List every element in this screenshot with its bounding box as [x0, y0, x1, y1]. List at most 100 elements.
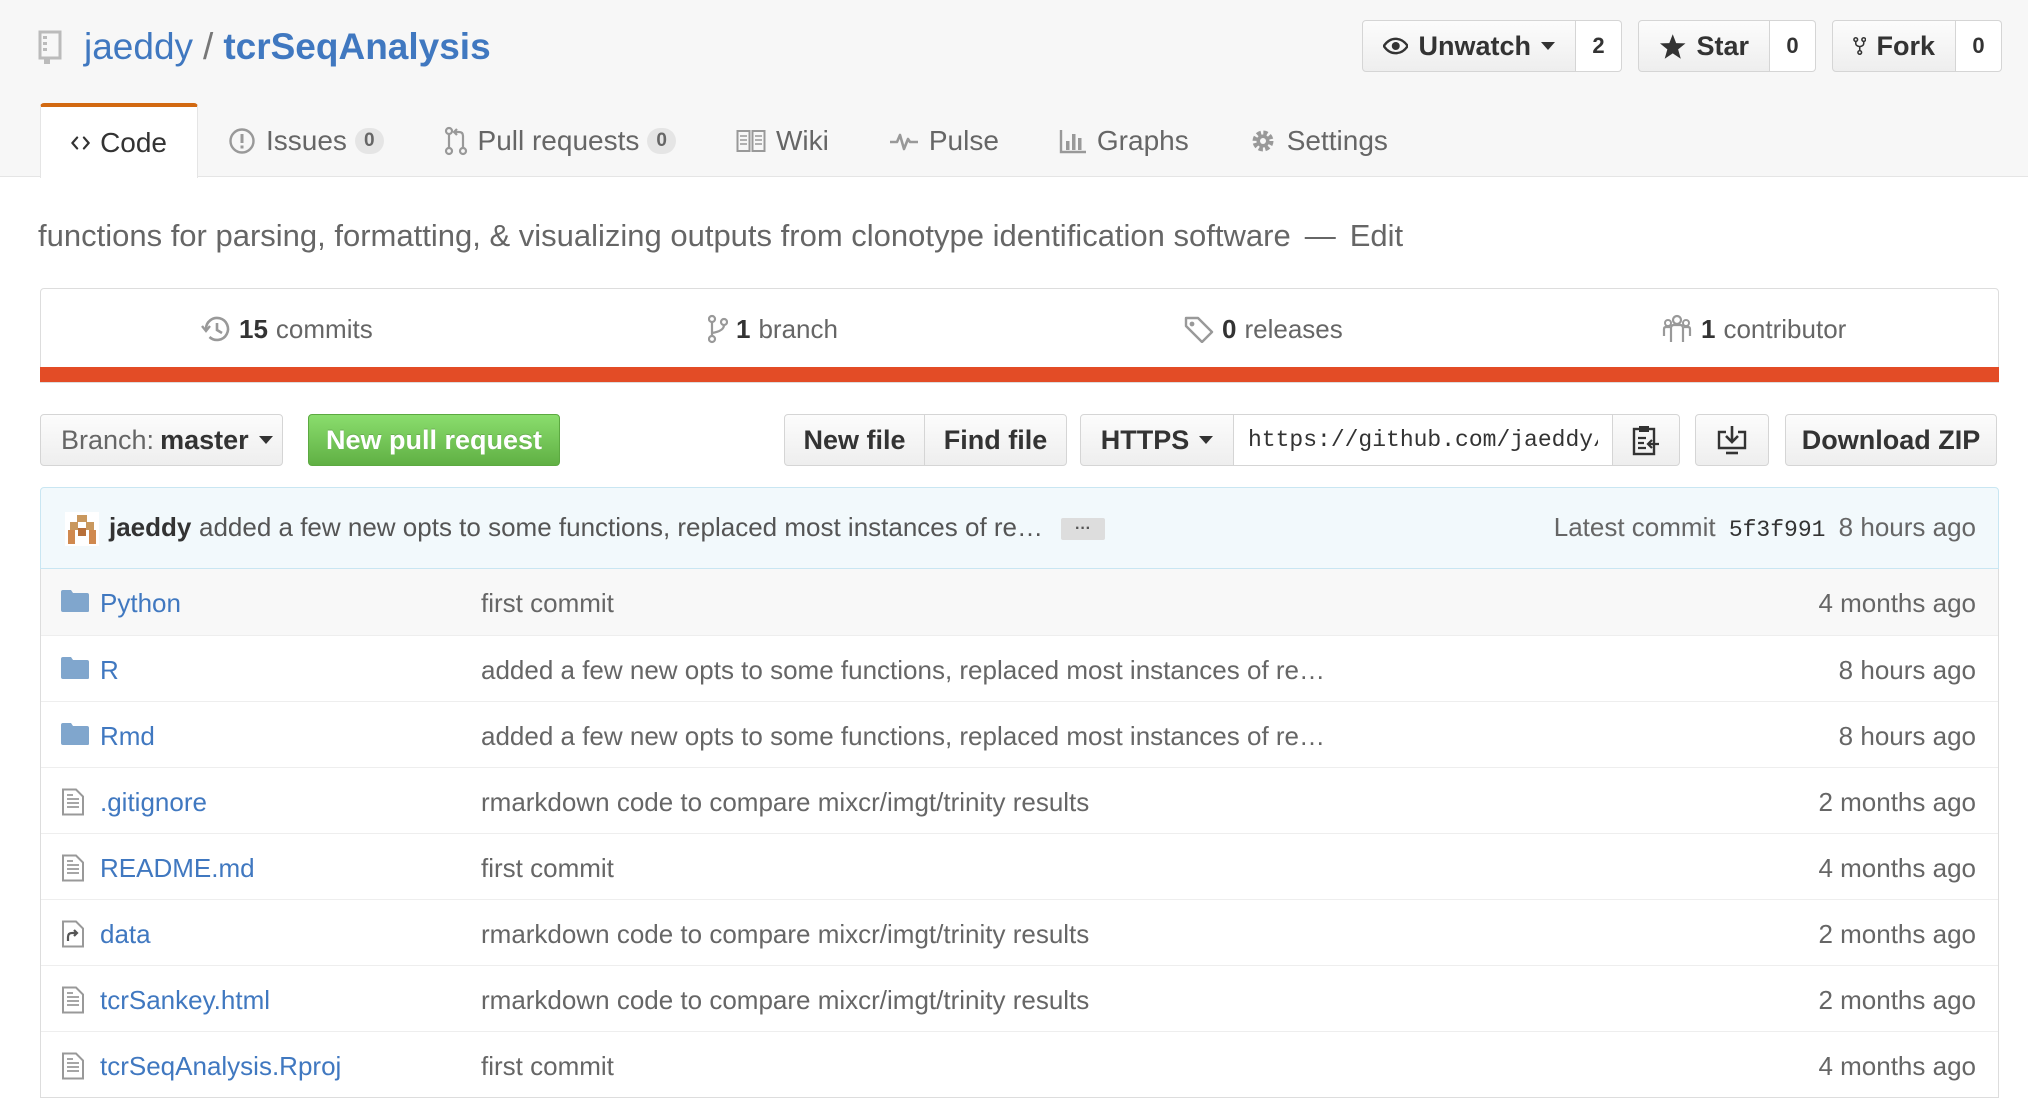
tab-label: Graphs [1096, 124, 1189, 156]
commits-link[interactable]: 15 commits [201, 309, 373, 349]
issue-icon [229, 127, 255, 154]
tab-label: Code [100, 126, 167, 158]
tab-label: Wiki [775, 124, 829, 156]
file-name-link[interactable]: tcrSeqAnalysis.Rproj [100, 1051, 341, 1082]
branch-select-button[interactable]: Branch: master [40, 414, 283, 466]
tab-wiki[interactable]: Wiki [706, 103, 859, 178]
file-name-link[interactable]: R [100, 655, 119, 686]
file-text-icon [61, 986, 89, 1014]
file-age: 2 months ago [1818, 919, 1976, 949]
file-commit-message-link[interactable]: first commit [481, 1051, 614, 1082]
file-age: 2 months ago [1818, 787, 1976, 817]
releases-count: 0 [1222, 313, 1237, 344]
tab-label: Settings [1286, 124, 1388, 156]
pull-request-icon [444, 126, 467, 155]
copy-clone-url-button[interactable] [1612, 414, 1680, 466]
clone-protocol-button[interactable]: HTTPS [1080, 414, 1234, 466]
file-commit-message-link[interactable]: added a few new opts to some functions, … [481, 655, 1325, 686]
file-age: 8 hours ago [1838, 721, 1976, 751]
language-bar[interactable] [40, 367, 1999, 382]
fork-button[interactable]: Fork [1832, 20, 1956, 72]
file-age: 4 months ago [1818, 1051, 1976, 1081]
file-commit-message-link[interactable]: rmarkdown code to compare mixcr/imgt/tri… [481, 919, 1089, 950]
tab-pulse[interactable]: Pulse [859, 103, 1029, 178]
description-dash: — [1304, 218, 1336, 253]
tab-settings[interactable]: Settings [1219, 103, 1418, 178]
expand-commit-message-button[interactable]: ··· [1061, 518, 1105, 540]
code-icon [71, 135, 90, 150]
fork-icon [1853, 36, 1867, 56]
star-label: Star [1696, 30, 1749, 61]
file-age: 4 months ago [1818, 853, 1976, 883]
commit-author-link[interactable]: jaeddy [109, 512, 191, 543]
tab-label: Pull requests [477, 124, 640, 156]
file-name-link[interactable]: README.md [100, 853, 255, 884]
file-name-link[interactable]: tcrSankey.html [100, 985, 270, 1016]
file-text-icon [61, 1052, 89, 1080]
star-group: Star 0 [1638, 20, 1816, 72]
new-pull-request-button[interactable]: New pull request [308, 414, 560, 466]
open-in-desktop-button[interactable] [1695, 414, 1769, 466]
unwatch-label: Unwatch [1418, 30, 1531, 61]
commit-message-link[interactable]: added a few new opts to some functions, … [199, 512, 1043, 543]
file-age: 8 hours ago [1838, 655, 1976, 685]
download-zip-button[interactable]: Download ZIP [1785, 414, 1997, 466]
history-icon [201, 316, 230, 342]
repo-name-link[interactable]: tcrSeqAnalysis [223, 26, 490, 68]
gear-icon [1252, 130, 1274, 151]
repo-summary: 15 commits 1 branch 0 releases 1 contrib… [40, 288, 1999, 383]
folder-icon [61, 722, 89, 748]
file-row: Radded a few new opts to some functions,… [41, 635, 1998, 701]
forks-count[interactable]: 0 [1956, 20, 2002, 72]
releases-link[interactable]: 0 releases [1184, 309, 1343, 349]
commits-label: commits [275, 313, 373, 344]
branches-link[interactable]: 1 branch [708, 309, 838, 349]
chevron-down-icon [1541, 42, 1555, 50]
file-commit-message-link[interactable]: rmarkdown code to compare mixcr/imgt/tri… [481, 985, 1089, 1016]
edit-description-link[interactable]: Edit [1350, 218, 1403, 253]
tab-graphs[interactable]: Graphs [1029, 103, 1219, 178]
contributors-link[interactable]: 1 contributor [1661, 309, 1846, 349]
branch-name: master [160, 424, 249, 455]
clone-protocol-label: HTTPS [1100, 424, 1190, 455]
file-commit-message-link[interactable]: first commit [481, 588, 614, 619]
pull-requests-count-badge: 0 [647, 127, 676, 154]
avatar[interactable] [65, 512, 99, 546]
folder-icon [61, 656, 89, 682]
file-name-link[interactable]: data [100, 919, 151, 950]
stargazers-count[interactable]: 0 [1770, 20, 1816, 72]
file-row: tcrSankey.html rmarkdown code to compare … [41, 965, 1998, 1031]
unwatch-button[interactable]: Unwatch [1362, 20, 1576, 72]
tab-pull-requests[interactable]: Pull requests 0 [414, 103, 706, 178]
branch-prefix: Branch: [61, 424, 155, 455]
branches-label: branch [758, 313, 838, 344]
file-name-link[interactable]: .gitignore [100, 787, 207, 818]
eye-icon [1383, 37, 1409, 55]
file-commit-message-link[interactable]: rmarkdown code to compare mixcr/imgt/tri… [481, 787, 1089, 818]
star-button[interactable]: Star [1638, 20, 1770, 72]
commit-sha-link[interactable]: 5f3f991 [1729, 517, 1826, 543]
new-file-button[interactable]: New file [784, 414, 925, 466]
file-name-link[interactable]: Rmd [100, 721, 155, 752]
contributors-count: 1 [1701, 313, 1716, 344]
clippy-icon [1632, 426, 1659, 456]
repo-owner-link[interactable]: jaeddy [84, 26, 193, 68]
watch-group: Unwatch 2 [1362, 20, 1622, 72]
file-age: 2 months ago [1818, 985, 1976, 1015]
repo-title: jaeddy / tcrSeqAnalysis [38, 22, 491, 72]
file-name-link[interactable]: Python [100, 588, 181, 619]
issues-count-badge: 0 [354, 127, 384, 154]
tab-label: Pulse [928, 124, 999, 156]
fork-label: Fork [1876, 30, 1935, 61]
tab-code[interactable]: Code [40, 103, 198, 178]
file-commit-message-link[interactable]: added a few new opts to some functions, … [481, 721, 1325, 752]
file-commit-message-link[interactable]: first commit [481, 853, 614, 884]
clone-url-input[interactable] [1233, 414, 1613, 466]
file-text-icon [61, 788, 89, 816]
watchers-count[interactable]: 2 [1576, 20, 1622, 72]
repo-separator: / [203, 26, 214, 67]
tab-issues[interactable]: Issues 0 [198, 103, 414, 178]
file-row: tcrSeqAnalysis.Rproj first commit 4 months… [41, 1031, 1998, 1097]
find-file-button[interactable]: Find file [924, 414, 1067, 466]
branches-count: 1 [736, 313, 751, 344]
